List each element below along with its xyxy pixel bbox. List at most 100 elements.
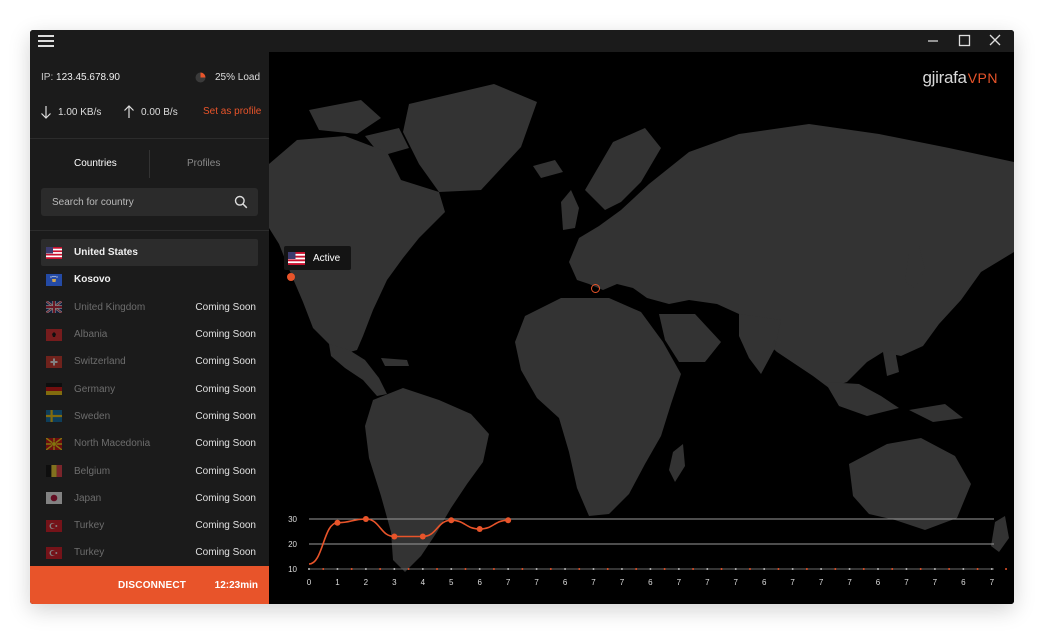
greenland [403,84,537,192]
sidebar: IP: 123.45.678.90 25% Load 1.00 KB/s 0.0… [30,52,269,604]
x-minor-dot [805,568,808,570]
menu-icon[interactable] [38,34,56,48]
traffic-point [362,516,369,522]
traffic-point [448,517,455,524]
arctic-islands [309,100,381,134]
x-tick-label: 3 [392,578,397,587]
country-name: North Macedonia [74,438,151,450]
x-tick-label: 7 [847,578,852,587]
coming-soon-label: Coming Soon [195,383,256,395]
x-minor-dot [322,568,325,570]
country-item-belgium[interactable]: Belgium Coming Soon [41,457,258,484]
upload-speed: 0.00 B/s [123,105,178,119]
traffic-chart: 10203001234567767767776777677677 [288,515,1008,587]
traffic-point [476,526,483,532]
x-minor-dot [834,568,837,570]
x-minor-dot [492,568,495,570]
british-isles [561,190,579,230]
x-tick-dot [364,568,367,570]
x-tick-label: 7 [904,578,909,587]
set-as-profile-link[interactable]: Set as profile [203,106,261,117]
x-minor-dot [891,568,894,570]
country-name: Belgium [74,465,111,477]
search-input[interactable] [41,196,221,208]
traffic-point [334,519,341,526]
app-window: IP: 123.45.678.90 25% Load 1.00 KB/s 0.0… [30,30,1014,604]
country-item-switzerland[interactable]: Switzerland Coming Soon [41,348,258,375]
x-tick-label: 7 [734,578,739,587]
country-item-kosovo[interactable]: Kosovo [41,266,258,293]
load-label: 25% Load [215,72,261,83]
x-minor-dot [436,568,439,570]
indonesia [825,382,899,416]
active-location-marker[interactable] [287,273,295,281]
arrow-up-icon [124,105,134,118]
country-item-japan[interactable]: Japan Coming Soon [41,485,258,512]
search-icon[interactable] [234,195,248,209]
iceland [533,160,563,178]
disconnect-button[interactable]: DISCONNECT [118,580,186,591]
country-item-turkey[interactable]: Turkey Coming Soon [41,512,258,539]
x-tick-dot [791,568,794,570]
x-tick-dot [848,568,851,570]
minimize-icon[interactable] [922,31,944,51]
traffic-line [308,518,509,565]
country-name: Switzerland [74,356,126,368]
tab-countries[interactable]: Countries [74,158,117,169]
country-item-turkey[interactable]: Turkey Coming Soon [41,539,258,566]
country-item-sweden[interactable]: Sweden Coming Soon [41,403,258,430]
x-tick-dot [877,568,879,570]
x-tick-dot [763,568,766,570]
search-box [41,188,258,216]
madagascar [669,444,685,482]
country-item-germany[interactable]: Germany Coming Soon [41,375,258,402]
x-tick-dot [478,568,481,570]
x-tick-label: 7 [591,578,596,587]
country-item-north-macedonia[interactable]: North Macedonia Coming Soon [41,430,258,457]
x-tick-label: 4 [421,578,426,587]
country-item-united-kingdom[interactable]: United Kingdom Coming Soon [41,294,258,321]
country-item-albania[interactable]: Albania Coming Soon [41,321,258,348]
server-location-marker[interactable] [591,284,600,293]
country-name: United Kingdom [74,301,146,313]
x-tick-dot [933,568,936,570]
country-name: Sweden [74,410,111,422]
x-tick-dot [677,568,680,570]
x-tick-label: 7 [677,578,682,587]
x-minor-dot [919,568,922,570]
country-item-united-states[interactable]: United States [41,239,258,267]
turkey-flag-icon [46,546,62,559]
x-tick-label: 6 [648,578,653,587]
x-minor-dot [862,568,865,570]
x-minor-dot [379,568,382,570]
coming-soon-label: Coming Soon [195,301,256,313]
x-tick-dot [592,568,595,570]
coming-soon-label: Coming Soon [195,547,256,559]
country-list: United States Kosovo United Kingdom Comi… [41,239,258,567]
title-bar [30,30,1014,52]
x-minor-dot [1005,568,1008,570]
tab-profiles[interactable]: Profiles [187,158,220,169]
x-tick-label: 1 [335,578,340,587]
x-tick-label: 7 [790,578,795,587]
coming-soon-label: Coming Soon [195,492,256,504]
x-minor-dot [578,568,581,570]
x-tick-dot [820,568,823,570]
x-minor-dot [720,568,723,570]
close-icon[interactable] [984,31,1006,51]
africa [515,298,681,516]
sweden-flag-icon [46,410,62,423]
x-tick-label: 6 [762,578,767,587]
coming-soon-label: Coming Soon [195,465,256,477]
x-tick-dot [507,568,510,570]
india [739,314,781,374]
maximize-icon[interactable] [953,31,975,51]
x-tick-dot [905,568,908,570]
x-minor-dot [692,568,695,570]
country-name: Turkey [74,520,105,532]
central-america [329,344,387,396]
japan-flag-icon [46,492,62,505]
gjirafa-vpn-logo: gjirafaVPN [922,68,998,87]
x-minor-dot [777,568,780,570]
x-tick-dot [450,568,453,570]
